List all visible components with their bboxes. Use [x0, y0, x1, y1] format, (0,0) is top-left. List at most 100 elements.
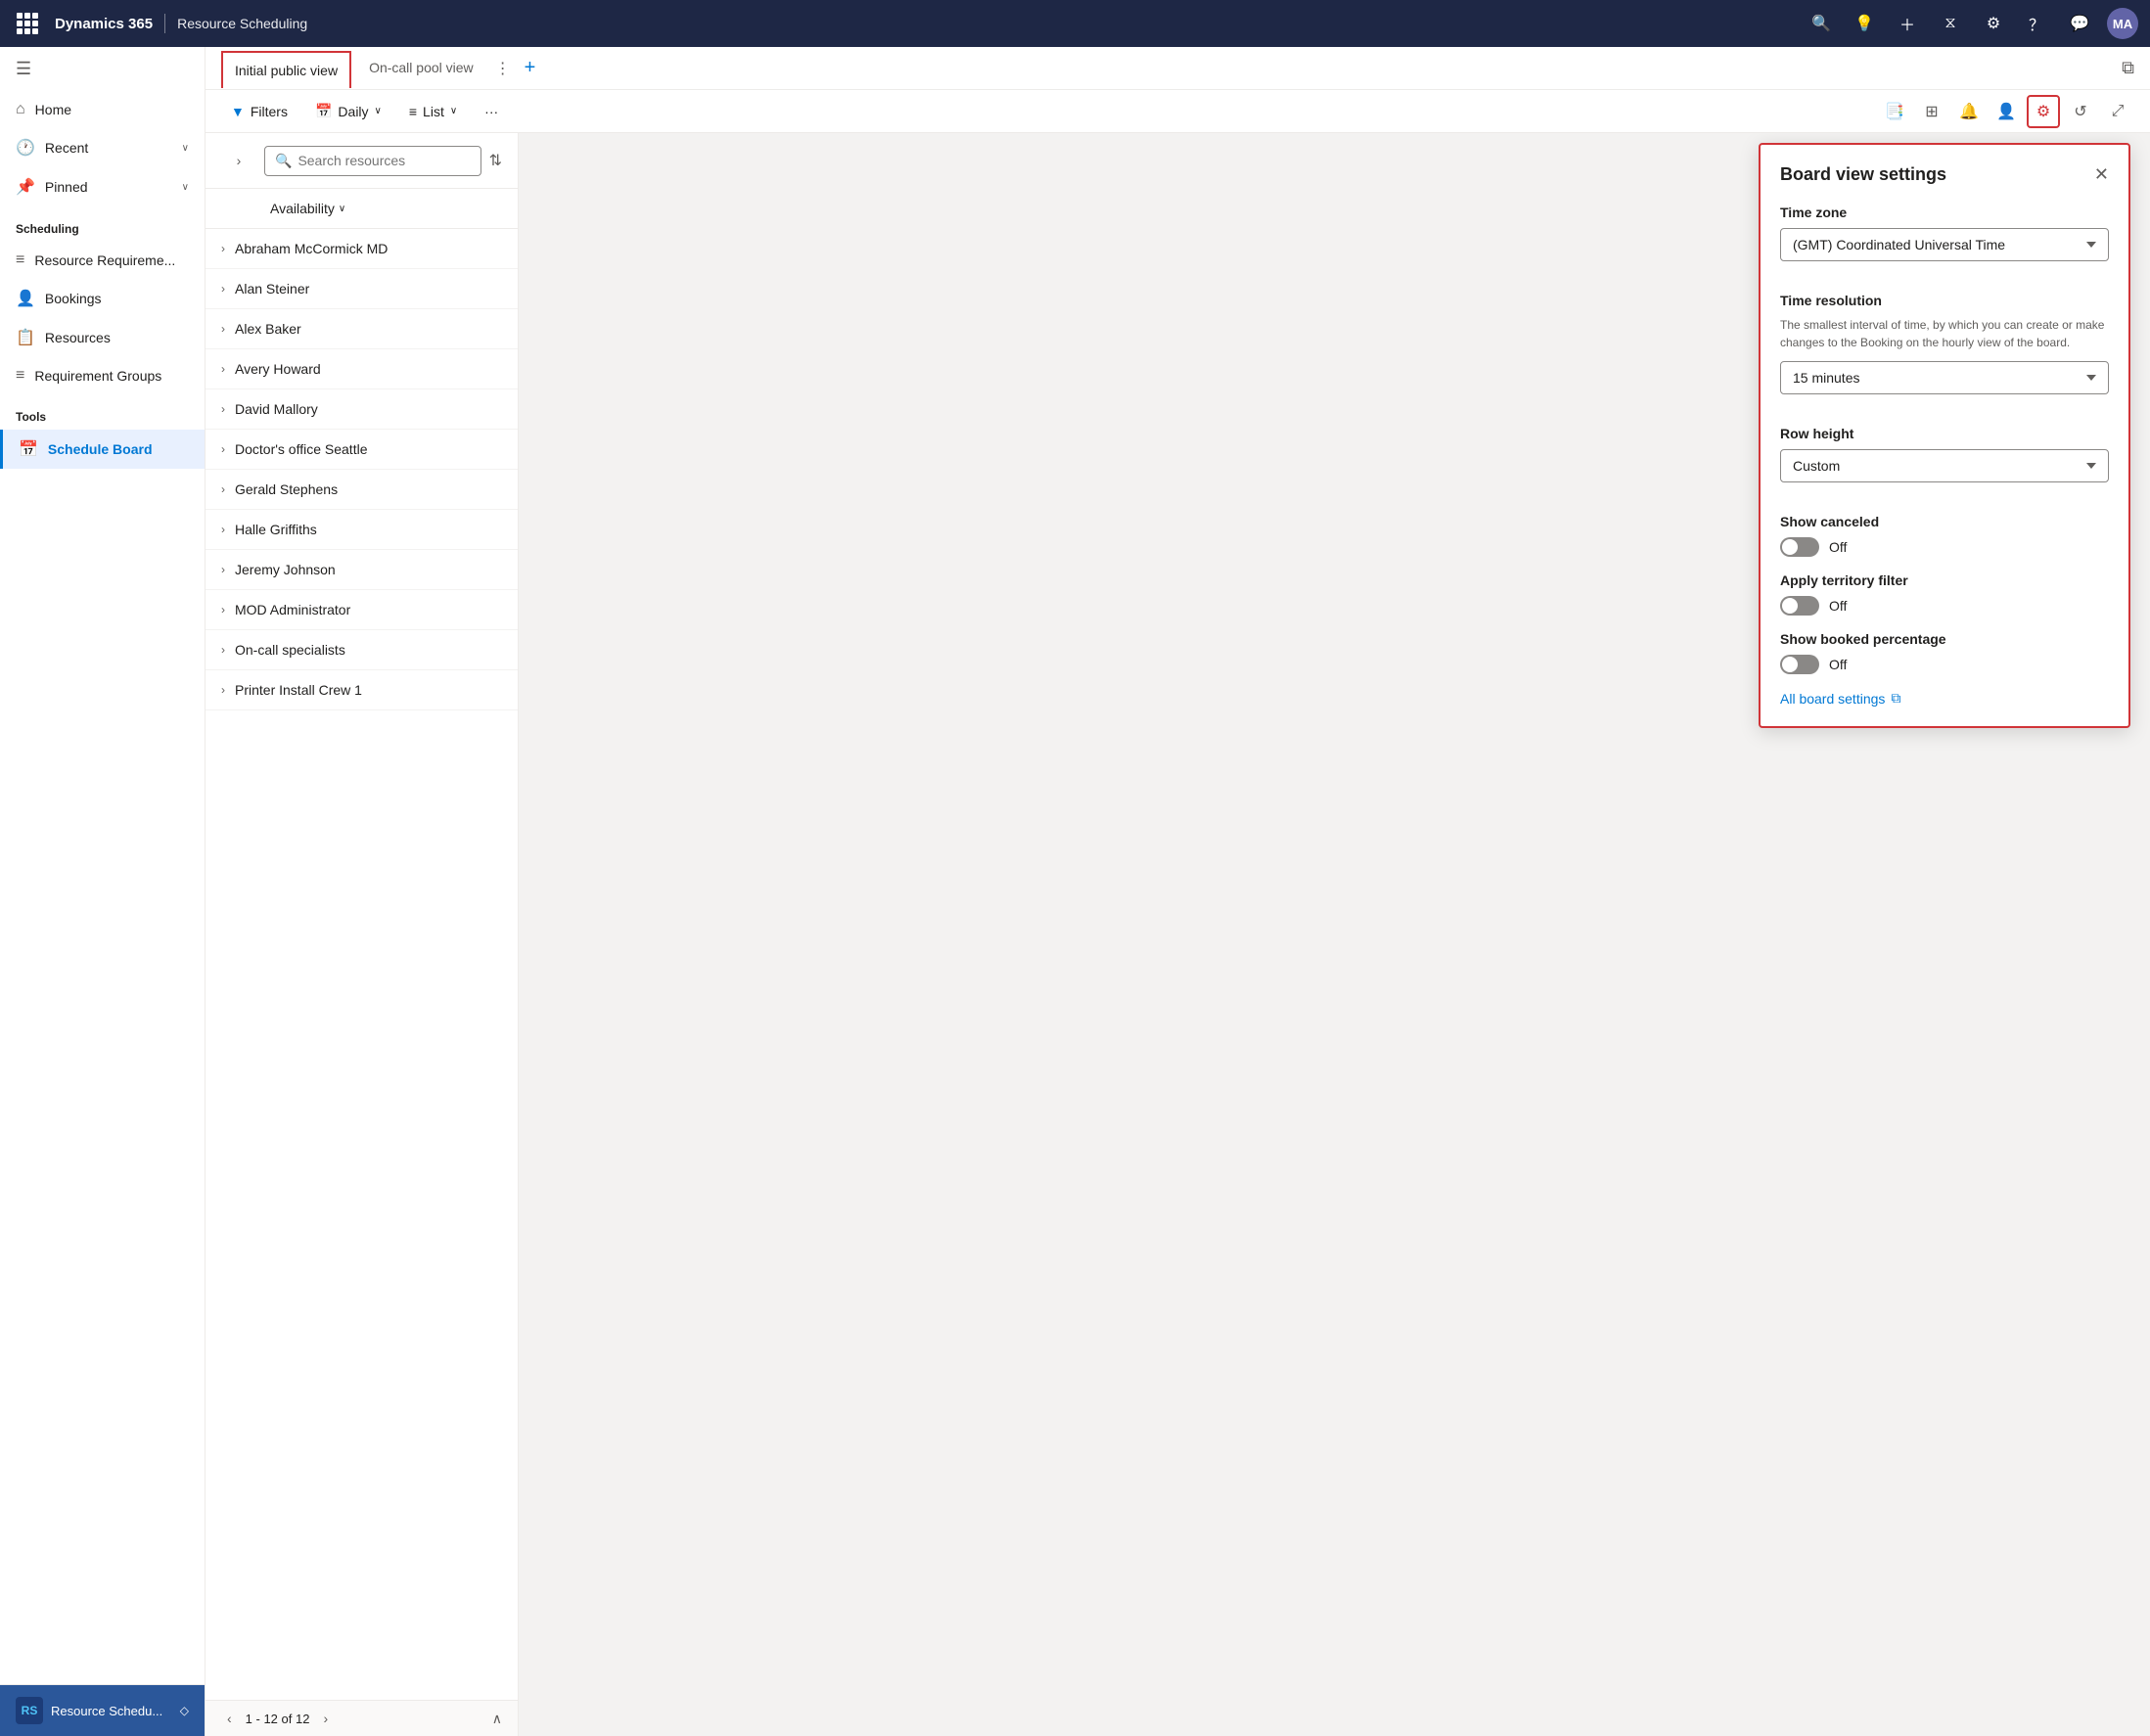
hamburger-button[interactable]: ☰: [0, 47, 205, 91]
home-icon: ⌂: [16, 101, 25, 118]
collapse-button[interactable]: ∧: [492, 1711, 502, 1727]
expand-chevron-icon: ›: [237, 153, 242, 168]
lightbulb-icon[interactable]: 💡: [1849, 8, 1880, 39]
resource-name: On-call specialists: [235, 642, 345, 658]
resource-chevron-icon: ›: [221, 563, 225, 576]
more-options-button[interactable]: ···: [475, 98, 508, 125]
search-icon: 🔍: [275, 153, 292, 169]
resource-item[interactable]: › Printer Install Crew 1: [206, 670, 518, 710]
tab-initial-public-view-label: Initial public view: [235, 63, 338, 78]
sidebar-app-name: Resource Schedu...: [51, 1704, 162, 1718]
expand-icon-button[interactable]: ⤢: [2101, 95, 2134, 128]
sidebar-item-resource-req[interactable]: ≡ Resource Requireme...: [0, 242, 205, 279]
time-zone-section: Time zone (GMT) Coordinated Universal Ti…: [1780, 205, 2109, 277]
refresh-icon-button[interactable]: ↺: [2064, 95, 2097, 128]
list-button[interactable]: ≡ List ∨: [399, 98, 467, 125]
settings-title: Board view settings: [1780, 164, 1946, 185]
search-input[interactable]: [297, 153, 470, 168]
resource-item[interactable]: › Alan Steiner: [206, 269, 518, 309]
show-canceled-knob: [1782, 539, 1798, 555]
filters-button[interactable]: ▼ Filters: [221, 98, 297, 125]
resource-chevron-icon: ›: [221, 482, 225, 496]
tab-more-options[interactable]: ⋮: [491, 59, 515, 78]
resource-item[interactable]: › MOD Administrator: [206, 590, 518, 630]
resource-item[interactable]: › Abraham McCormick MD: [206, 229, 518, 269]
resource-name: Gerald Stephens: [235, 481, 338, 497]
show-booked-toggle[interactable]: [1780, 655, 1819, 674]
tab-initial-public-view[interactable]: Initial public view: [221, 51, 351, 88]
sidebar: ☰ ⌂ Home 🕐 Recent ∨ 📌 Pinned ∨ Schedulin…: [0, 47, 206, 1736]
tab-oncall-pool-view[interactable]: On-call pool view: [355, 47, 487, 90]
row-height-select[interactable]: Custom: [1780, 449, 2109, 482]
user-avatar[interactable]: MA: [2107, 8, 2138, 39]
sidebar-item-req-groups[interactable]: ≡ Requirement Groups: [0, 357, 205, 394]
person-icon-button[interactable]: 👤: [1990, 95, 2023, 128]
plus-icon[interactable]: ＋: [1892, 8, 1923, 39]
resource-chevron-icon: ›: [221, 282, 225, 296]
show-canceled-label: Show canceled: [1780, 514, 2109, 529]
resource-item[interactable]: › Gerald Stephens: [206, 470, 518, 510]
req-groups-icon: ≡: [16, 367, 24, 385]
show-booked-knob: [1782, 657, 1798, 672]
filter-toolbar-icon: ▼: [231, 104, 245, 119]
resource-req-icon: ≡: [16, 251, 24, 269]
resource-chevron-icon: ›: [221, 643, 225, 657]
resource-item[interactable]: › David Mallory: [206, 389, 518, 430]
tab-add-button[interactable]: +: [519, 57, 542, 79]
filters-label: Filters: [251, 104, 288, 119]
help-icon[interactable]: ？: [2021, 8, 2052, 39]
resource-list-expand[interactable]: ›: [221, 143, 256, 178]
resource-item[interactable]: › On-call specialists: [206, 630, 518, 670]
sidebar-item-bookings[interactable]: 👤 Bookings: [0, 279, 205, 318]
search-box[interactable]: 🔍: [264, 146, 481, 176]
sidebar-item-resources[interactable]: 📋 Resources: [0, 318, 205, 357]
show-canceled-section: Show canceled Off: [1780, 514, 2109, 557]
resource-item[interactable]: › Jeremy Johnson: [206, 550, 518, 590]
sidebar-item-pinned[interactable]: 📌 Pinned ∨: [0, 167, 205, 206]
resource-item[interactable]: › Doctor's office Seattle: [206, 430, 518, 470]
sidebar-item-schedule-board[interactable]: 📅 Schedule Board: [0, 430, 205, 469]
recent-chevron-icon: ∨: [182, 143, 189, 154]
prev-page-button[interactable]: ‹: [221, 1709, 238, 1728]
apply-territory-value: Off: [1829, 598, 1847, 614]
chat-icon[interactable]: 💬: [2064, 8, 2095, 39]
time-resolution-label: Time resolution: [1780, 293, 2109, 308]
show-canceled-toggle[interactable]: [1780, 537, 1819, 557]
settings-close-button[interactable]: ✕: [2094, 164, 2109, 185]
show-booked-section: Show booked percentage Off: [1780, 631, 2109, 674]
tab-right-action-icon[interactable]: ⧉: [2122, 58, 2134, 78]
resource-name: Abraham McCormick MD: [235, 241, 388, 256]
resources-icon: 📋: [16, 328, 35, 347]
resource-name: Doctor's office Seattle: [235, 441, 367, 457]
bookmark-icon-button[interactable]: 📑: [1878, 95, 1911, 128]
resource-item[interactable]: › Halle Griffiths: [206, 510, 518, 550]
sidebar-item-recent[interactable]: 🕐 Recent ∨: [0, 128, 205, 167]
availability-button[interactable]: Availability ∨: [260, 195, 355, 222]
waffle-icon: [17, 13, 38, 34]
content-area: Initial public view On-call pool view ⋮ …: [206, 47, 2150, 1736]
resource-item[interactable]: › Alex Baker: [206, 309, 518, 349]
time-zone-select[interactable]: (GMT) Coordinated Universal Time: [1780, 228, 2109, 261]
time-resolution-select[interactable]: 15 minutes: [1780, 361, 2109, 394]
resource-name: David Mallory: [235, 401, 318, 417]
sort-icon[interactable]: ⇅: [489, 151, 502, 170]
list-detail-icon-button[interactable]: ⊞: [1915, 95, 1948, 128]
next-page-button[interactable]: ›: [317, 1709, 334, 1728]
daily-button[interactable]: 📅 Daily ∨: [305, 97, 391, 125]
sidebar-bottom[interactable]: RS Resource Schedu... ◇: [0, 1684, 205, 1736]
resource-item[interactable]: › Avery Howard: [206, 349, 518, 389]
board-settings-icon-button[interactable]: ⚙: [2027, 95, 2060, 128]
apply-territory-label: Apply territory filter: [1780, 572, 2109, 588]
settings-icon[interactable]: ⚙: [1978, 8, 2009, 39]
sidebar-item-home[interactable]: ⌂ Home: [0, 91, 205, 128]
waffle-menu[interactable]: [12, 8, 43, 39]
sidebar-item-pinned-label: Pinned: [45, 179, 88, 195]
apply-territory-toggle[interactable]: [1780, 596, 1819, 616]
bell-icon-button[interactable]: 🔔: [1952, 95, 1986, 128]
search-icon[interactable]: 🔍: [1806, 8, 1837, 39]
all-settings-link[interactable]: All board settings: [1780, 691, 1885, 707]
filter-icon[interactable]: ⧖: [1935, 8, 1966, 39]
resource-list-footer: ‹ 1 - 12 of 12 › ∧: [206, 1700, 518, 1736]
list-chevron-icon: ∨: [450, 106, 457, 116]
daily-label: Daily: [338, 104, 368, 119]
